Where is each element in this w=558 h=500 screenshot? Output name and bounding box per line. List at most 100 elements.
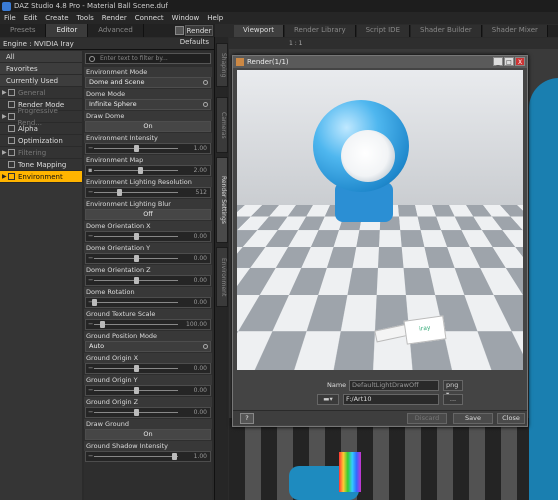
- category-tone-mapping[interactable]: Tone Mapping: [0, 159, 82, 171]
- decrement-icon[interactable]: −: [88, 144, 93, 153]
- slider-value[interactable]: 1.00: [194, 452, 207, 461]
- menu-help[interactable]: Help: [207, 14, 223, 22]
- path-field[interactable]: F:/Art10: [343, 394, 439, 405]
- slider-value[interactable]: 0.00: [194, 408, 207, 417]
- ground-position-mode-select[interactable]: Auto: [85, 341, 211, 352]
- tab-shader-mixer[interactable]: Shader Mixer: [482, 25, 548, 37]
- dome-orientation-y-slider[interactable]: − 0.00: [85, 253, 211, 264]
- category-currently-used[interactable]: Currently Used: [0, 75, 82, 87]
- environment-intensity-slider[interactable]: − 1.00: [85, 143, 211, 154]
- draw-ground-toggle[interactable]: On: [85, 429, 211, 440]
- dome-mode-select[interactable]: Infinite Sphere: [85, 99, 211, 110]
- maximize-button[interactable]: □: [504, 57, 514, 66]
- slider-knob[interactable]: [134, 277, 139, 284]
- dome-rotation-slider[interactable]: − 0.00: [85, 297, 211, 308]
- slider-knob[interactable]: [100, 321, 105, 328]
- help-button[interactable]: ?: [240, 413, 254, 424]
- slider-knob[interactable]: [92, 299, 97, 306]
- menu-window[interactable]: Window: [172, 14, 200, 22]
- environment-lighting-blur-toggle[interactable]: Off: [85, 209, 211, 220]
- render-window-titlebar[interactable]: Render(1/1) _ □ X: [233, 56, 527, 68]
- slider-knob[interactable]: [172, 453, 177, 460]
- decrement-icon[interactable]: −: [88, 320, 93, 329]
- side-tab-environment[interactable]: Environment: [216, 247, 228, 307]
- tab-editor[interactable]: Editor: [46, 24, 89, 37]
- slider-knob[interactable]: [134, 409, 139, 416]
- side-tab-shaping[interactable]: Shaping: [216, 43, 228, 87]
- decrement-icon[interactable]: −: [88, 276, 93, 285]
- map-thumbnail-icon[interactable]: ▪: [88, 166, 92, 175]
- category-optimization[interactable]: Optimization: [0, 135, 82, 147]
- menu-connect[interactable]: Connect: [135, 14, 164, 22]
- environment-map-slider[interactable]: ▪ 2.00: [85, 165, 211, 176]
- defaults-button[interactable]: Defaults: [180, 38, 209, 46]
- side-tab-cameras[interactable]: Cameras: [216, 97, 228, 153]
- folder-button[interactable]: ▬▾: [317, 394, 339, 405]
- slider-value[interactable]: 0.00: [194, 386, 207, 395]
- menu-render[interactable]: Render: [102, 14, 127, 22]
- discard-button[interactable]: Discard: [407, 413, 447, 424]
- tab-presets[interactable]: Presets: [0, 24, 47, 37]
- slider-value[interactable]: 1.00: [194, 144, 207, 153]
- slider-value[interactable]: 0.00: [194, 254, 207, 263]
- slider-knob[interactable]: [117, 189, 122, 196]
- ground-origin-z-slider[interactable]: − 0.00: [85, 407, 211, 418]
- category-environment[interactable]: ▶ Environment: [0, 171, 82, 183]
- tab-viewport[interactable]: Viewport: [234, 25, 284, 37]
- dome-orientation-x-slider[interactable]: − 0.00: [85, 231, 211, 242]
- minimize-button[interactable]: _: [493, 57, 503, 66]
- close-window-button[interactable]: X: [515, 57, 525, 66]
- slider-value[interactable]: 512: [196, 188, 207, 197]
- dome-orientation-z-slider[interactable]: − 0.00: [85, 275, 211, 286]
- slider-knob[interactable]: [134, 387, 139, 394]
- ground-texture-scale-slider[interactable]: − 100.00: [85, 319, 211, 330]
- draw-dome-toggle[interactable]: On: [85, 121, 211, 132]
- tab-script-ide[interactable]: Script IDE: [356, 25, 410, 37]
- save-button[interactable]: Save: [453, 413, 493, 424]
- slider-knob[interactable]: [138, 167, 143, 174]
- slider-knob[interactable]: [134, 145, 139, 152]
- browse-button[interactable]: ...: [443, 394, 463, 405]
- render-button[interactable]: Render: [185, 25, 213, 36]
- category-all[interactable]: All: [0, 51, 82, 63]
- slider-knob[interactable]: [134, 255, 139, 262]
- ground-origin-y-slider[interactable]: − 0.00: [85, 385, 211, 396]
- ground-shadow-intensity-slider[interactable]: − 1.00: [85, 451, 211, 462]
- decrement-icon[interactable]: −: [88, 188, 93, 197]
- menu-tools[interactable]: Tools: [77, 14, 94, 22]
- filter-input[interactable]: Enter text to filter by...: [85, 53, 211, 64]
- decrement-icon[interactable]: −: [88, 386, 93, 395]
- slider-value[interactable]: 0.00: [194, 364, 207, 373]
- slider-knob[interactable]: [134, 233, 139, 240]
- menu-edit[interactable]: Edit: [24, 14, 38, 22]
- category-filtering[interactable]: ▶ Filtering: [0, 147, 82, 159]
- category-general[interactable]: ▶ General: [0, 87, 82, 99]
- slider-value[interactable]: 0.00: [194, 298, 207, 307]
- render-teapot-icon[interactable]: [175, 26, 184, 35]
- slider-value[interactable]: 0.00: [194, 232, 207, 241]
- slider-value[interactable]: 100.00: [186, 320, 207, 329]
- engine-value[interactable]: NVIDIA Iray: [34, 40, 74, 48]
- decrement-icon[interactable]: −: [88, 408, 93, 417]
- side-tab-render-settings[interactable]: Render Settings: [216, 157, 228, 243]
- tab-advanced[interactable]: Advanced: [88, 24, 144, 37]
- decrement-icon[interactable]: −: [88, 254, 93, 263]
- decrement-icon[interactable]: −: [88, 364, 93, 373]
- tab-render-library[interactable]: Render Library: [284, 25, 356, 37]
- format-select[interactable]: png ▾: [443, 380, 463, 398]
- name-field[interactable]: DefaultLightDrawOff: [349, 380, 439, 391]
- environment-lighting-resolution-slider[interactable]: − 512: [85, 187, 211, 198]
- slider-value[interactable]: 2.00: [194, 166, 207, 175]
- slider-knob[interactable]: [134, 365, 139, 372]
- close-button[interactable]: Close: [497, 413, 525, 424]
- decrement-icon[interactable]: −: [88, 452, 93, 461]
- category-favorites[interactable]: Favorites: [0, 63, 82, 75]
- tab-shader-builder[interactable]: Shader Builder: [411, 25, 482, 37]
- menu-create[interactable]: Create: [45, 14, 68, 22]
- menu-file[interactable]: File: [4, 14, 16, 22]
- environment-mode-select[interactable]: Dome and Scene: [85, 77, 211, 88]
- ground-origin-x-slider[interactable]: − 0.00: [85, 363, 211, 374]
- category-progressive-rendering[interactable]: ▶ Progressive Rend...: [0, 107, 82, 127]
- slider-value[interactable]: 0.00: [194, 276, 207, 285]
- decrement-icon[interactable]: −: [88, 232, 93, 241]
